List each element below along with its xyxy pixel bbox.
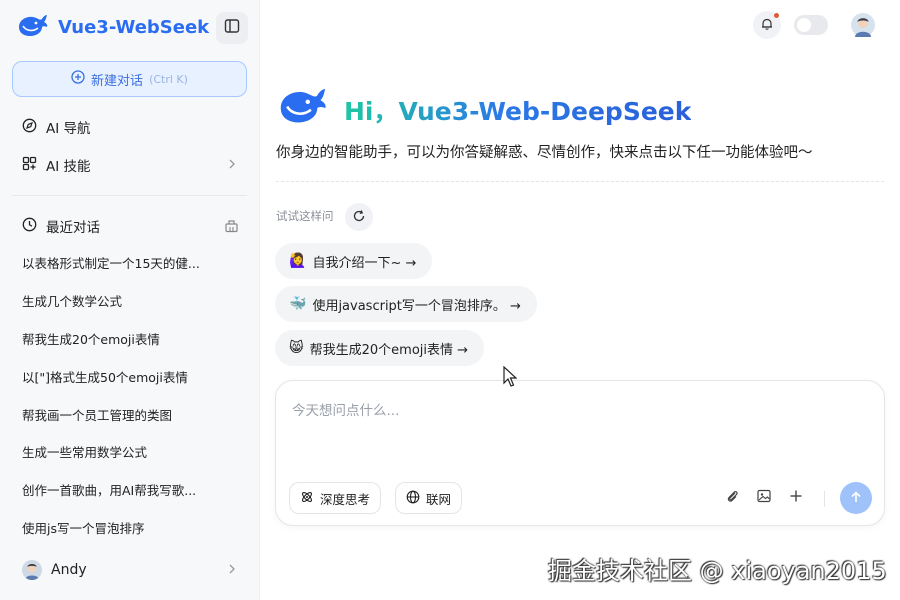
atom-icon	[300, 490, 314, 507]
mouse-cursor-icon	[503, 365, 518, 392]
emoji-icon: 🙋‍♀️	[289, 253, 307, 269]
history-item[interactable]: 帮我画一个员工管理的类图	[0, 395, 259, 433]
notification-dot	[774, 13, 779, 18]
history-list: 以表格形式制定一个15天的健... 生成几个数学公式 帮我生成20个emoji表…	[0, 244, 259, 546]
deep-think-button[interactable]: 深度思考	[289, 482, 382, 514]
recent-chats-header: 最近对话	[12, 209, 247, 243]
history-item[interactable]: 创作一首歌曲，用AI帮我写歌...	[0, 471, 259, 509]
history-item[interactable]: 生成一些常用数学公式	[0, 433, 259, 471]
recent-chats-title: 最近对话	[46, 220, 100, 236]
brand-name: Vue3-WebSeek	[58, 16, 210, 38]
emoji-icon: 😸	[289, 340, 304, 356]
suggestion-chip[interactable]: 🙋‍♀️ 自我介绍一下~ →	[275, 243, 433, 279]
chevron-right-icon	[225, 562, 239, 580]
suggestion-text: 使用javascript写一个冒泡排序。 →	[312, 298, 521, 314]
apps-icon	[22, 156, 37, 175]
sidebar-toggle-icon	[224, 18, 240, 38]
suggestion-chip[interactable]: 🐳 使用javascript写一个冒泡排序。 →	[275, 286, 537, 322]
refresh-icon	[352, 208, 366, 227]
attach-button[interactable]	[720, 486, 744, 510]
clear-history-icon[interactable]	[224, 218, 239, 237]
new-chat-label: 新建对话	[91, 73, 144, 89]
user-menu[interactable]: Andy	[12, 554, 247, 586]
emoji-icon: 🐳	[289, 296, 307, 312]
message-composer: 深度思考 联网	[275, 380, 885, 526]
history-item[interactable]: 以表格形式制定一个15天的健...	[0, 244, 259, 282]
hero-subtitle: 你身边的智能助手，可以为你答疑解惑、尽情创作，快来点击以下任一功能体验吧～	[276, 145, 813, 161]
paperclip-icon	[724, 488, 740, 508]
sidebar-item-ai-skills[interactable]: AI 技能	[12, 148, 247, 182]
sidebar-item-label: AI 技能	[46, 159, 91, 175]
hero-whale-logo-icon	[276, 84, 330, 130]
send-button[interactable]	[840, 482, 872, 514]
toolbar-separator	[824, 491, 825, 507]
theme-toggle[interactable]	[794, 15, 828, 35]
notifications-button[interactable]	[753, 11, 781, 39]
suggestion-chip[interactable]: 😸 帮我生成20个emoji表情 →	[275, 330, 485, 366]
history-item[interactable]: 帮我生成20个emoji表情	[0, 320, 259, 358]
history-item[interactable]: 以["]格式生成50个emoji表情	[0, 357, 259, 395]
clock-icon	[22, 217, 37, 236]
bell-icon	[760, 16, 774, 35]
watermark: 掘金技术社区 @ xiaoyan2015	[548, 557, 887, 585]
globe-icon	[406, 490, 420, 507]
hero-title: Hi，Vue3-Web-DeepSeek	[344, 92, 691, 128]
suggestion-text: 自我介绍一下~ →	[312, 255, 417, 271]
message-input[interactable]	[292, 399, 862, 459]
web-label: 联网	[426, 491, 452, 507]
sidebar: Vue3-WebSeek 新建对话 (Ctrl K) AI 导航 AI 技能 最…	[0, 0, 260, 600]
upload-image-button[interactable]	[752, 486, 776, 510]
sidebar-item-label: AI 导航	[46, 121, 91, 137]
plus-circle-icon	[71, 70, 85, 88]
dashed-divider	[276, 181, 884, 182]
compass-icon	[22, 118, 37, 137]
collapse-sidebar-button[interactable]	[216, 12, 248, 44]
avatar	[22, 560, 42, 580]
suggestions-label: 试试这样问	[276, 209, 334, 223]
top-avatar[interactable]	[851, 13, 875, 37]
plus-icon	[788, 488, 804, 508]
more-button[interactable]	[784, 486, 808, 510]
web-search-button[interactable]: 联网	[395, 482, 463, 514]
history-item[interactable]: 使用js写一个冒泡排序	[0, 509, 259, 547]
new-chat-button[interactable]: 新建对话 (Ctrl K)	[12, 61, 247, 97]
chevron-right-icon	[225, 157, 239, 175]
history-item[interactable]: 生成几个数学公式	[0, 282, 259, 320]
user-name: Andy	[51, 562, 87, 578]
new-chat-shortcut: (Ctrl K)	[149, 72, 188, 86]
deep-think-label: 深度思考	[320, 491, 371, 507]
refresh-suggestions-button[interactable]	[345, 203, 373, 231]
toggle-knob	[797, 18, 811, 32]
arrow-up-icon	[849, 489, 863, 508]
sidebar-divider	[12, 195, 247, 196]
brand[interactable]: Vue3-WebSeek	[16, 12, 209, 42]
image-icon	[756, 488, 772, 508]
whale-logo-icon	[16, 12, 50, 42]
suggestion-text: 帮我生成20个emoji表情 →	[309, 342, 469, 358]
sidebar-item-ai-nav[interactable]: AI 导航	[12, 110, 247, 144]
